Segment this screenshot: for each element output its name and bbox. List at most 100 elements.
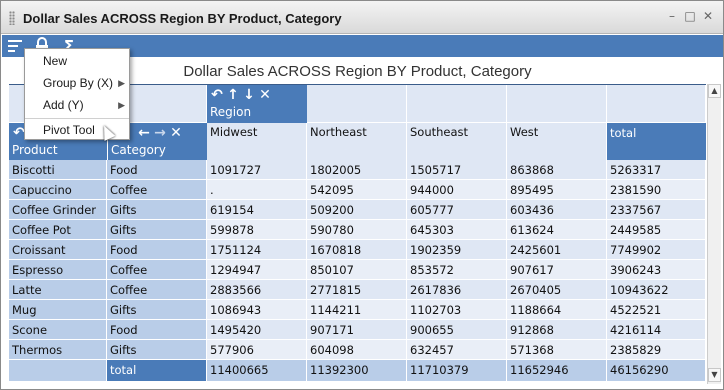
menu-item-new[interactable]: New <box>25 50 129 72</box>
grand-total-cell: 11400665 <box>207 360 307 381</box>
total-label-cell: total <box>107 360 207 381</box>
row-total-cell: 7749902 <box>607 240 706 260</box>
value-cell: 577906 <box>207 340 307 360</box>
category-cell: Food <box>107 240 207 260</box>
header-blank <box>507 85 607 123</box>
value-cell: 863868 <box>507 160 607 180</box>
product-cell: Latte <box>9 280 107 300</box>
value-cell: 599878 <box>207 220 307 240</box>
remove-icon[interactable]: ✕ <box>257 87 273 103</box>
value-cell: 1144211 <box>307 300 407 320</box>
row-total-cell: 3906243 <box>607 260 706 280</box>
category-cell: Gifts <box>107 220 207 240</box>
product-cell: Coffee Grinder <box>9 200 107 220</box>
row-total-cell: 2449585 <box>607 220 706 240</box>
category-cell: Coffee <box>107 260 207 280</box>
by-label-product: Product <box>12 143 58 157</box>
menu-lines-icon[interactable] <box>6 37 24 55</box>
value-cell: 944000 <box>407 180 507 200</box>
row-total-cell: 4522521 <box>607 300 706 320</box>
value-cell: 632457 <box>407 340 507 360</box>
maximize-button[interactable]: □ <box>683 9 697 23</box>
value-cell: 1670818 <box>307 240 407 260</box>
product-cell: Biscotti <box>9 160 107 180</box>
by-label-category: Category <box>111 143 166 157</box>
category-cell: Gifts <box>107 200 207 220</box>
right-arrow-icon[interactable]: → <box>152 125 168 141</box>
value-cell: 1505717 <box>407 160 507 180</box>
row-total-cell: 2385829 <box>607 340 706 360</box>
value-cell: 1902359 <box>407 240 507 260</box>
menu-item-add[interactable]: Add (Y) ▶ <box>25 94 129 116</box>
category-cell: Coffee <box>107 280 207 300</box>
value-cell: 850107 <box>307 260 407 280</box>
value-cell: 900655 <box>407 320 507 340</box>
header-blank <box>307 85 407 123</box>
value-cell: 645303 <box>407 220 507 240</box>
category-cell: Gifts <box>107 340 207 360</box>
drag-grip-icon[interactable] <box>9 11 15 25</box>
category-cell: Food <box>107 160 207 180</box>
value-cell: 603436 <box>507 200 607 220</box>
col-header-midwest[interactable]: Midwest <box>207 123 307 160</box>
undo-icon[interactable]: ↶ <box>209 87 225 103</box>
menu-item-group-by[interactable]: Group By (X) ▶ <box>25 72 129 94</box>
value-cell: 1802005 <box>307 160 407 180</box>
header-blank <box>407 85 507 123</box>
total-blank-cell <box>9 360 107 381</box>
category-cell: Coffee <box>107 180 207 200</box>
value-cell: 907171 <box>307 320 407 340</box>
across-pill[interactable]: ↶ ↑ ↓ ✕ Region <box>207 85 307 123</box>
window-title: Dollar Sales ACROSS Region BY Product, C… <box>23 11 342 26</box>
col-header-west[interactable]: West <box>507 123 607 160</box>
menu-item-label: Group By (X) <box>43 76 114 90</box>
product-cell: Espresso <box>9 260 107 280</box>
value-cell: 1091727 <box>207 160 307 180</box>
value-cell: 542095 <box>307 180 407 200</box>
value-cell: 605777 <box>407 200 507 220</box>
value-cell: 590780 <box>307 220 407 240</box>
grand-total-cell: 11652946 <box>507 360 607 381</box>
submenu-arrow-icon: ▶ <box>118 78 125 88</box>
category-cell: Gifts <box>107 300 207 320</box>
value-cell: 2771815 <box>307 280 407 300</box>
value-cell: 1294947 <box>207 260 307 280</box>
value-cell: 619154 <box>207 200 307 220</box>
context-menu: New Group By (X) ▶ Add (Y) ▶ Pivot Tool <box>24 48 130 140</box>
value-cell: 1188664 <box>507 300 607 320</box>
row-total-cell: 2337567 <box>607 200 706 220</box>
category-cell: Food <box>107 320 207 340</box>
left-arrow-icon[interactable]: ← <box>136 125 152 141</box>
scroll-down-icon[interactable]: ▼ <box>708 368 721 382</box>
value-cell: 2670405 <box>507 280 607 300</box>
value-cell: 2883566 <box>207 280 307 300</box>
row-total-cell: 4216114 <box>607 320 706 340</box>
down-arrow-icon[interactable]: ↓ <box>241 87 257 103</box>
menu-item-label: Add (Y) <box>43 98 84 112</box>
col-header-total[interactable]: total <box>607 123 706 160</box>
up-arrow-icon[interactable]: ↑ <box>225 87 241 103</box>
menu-item-pivot-tool[interactable]: Pivot Tool <box>25 119 129 141</box>
menu-item-label: Pivot Tool <box>43 123 95 137</box>
remove-icon[interactable]: ✕ <box>168 125 184 141</box>
product-cell: Mug <box>9 300 107 320</box>
product-cell: Thermos <box>9 340 107 360</box>
value-cell: 604098 <box>307 340 407 360</box>
col-header-northeast[interactable]: Northeast <box>307 123 407 160</box>
scroll-up-icon[interactable]: ▲ <box>708 84 721 98</box>
product-cell: Coffee Pot <box>9 220 107 240</box>
menu-item-label: New <box>43 54 68 68</box>
minimize-button[interactable]: – <box>665 9 679 23</box>
title-bar[interactable]: Dollar Sales ACROSS Region BY Product, C… <box>1 1 723 34</box>
col-header-southeast[interactable]: Southeast <box>407 123 507 160</box>
value-cell: 1751124 <box>207 240 307 260</box>
vertical-scrollbar[interactable]: ▲ ▼ <box>707 84 721 384</box>
value-cell: 1495420 <box>207 320 307 340</box>
value-cell: 2425601 <box>507 240 607 260</box>
grand-total-cell: 11392300 <box>307 360 407 381</box>
product-cell: Capuccino <box>9 180 107 200</box>
row-total-cell: 10943622 <box>607 280 706 300</box>
close-button[interactable]: ✕ <box>701 9 715 23</box>
report-window: Dollar Sales ACROSS Region BY Product, C… <box>0 0 724 390</box>
submenu-arrow-icon: ▶ <box>118 100 125 110</box>
